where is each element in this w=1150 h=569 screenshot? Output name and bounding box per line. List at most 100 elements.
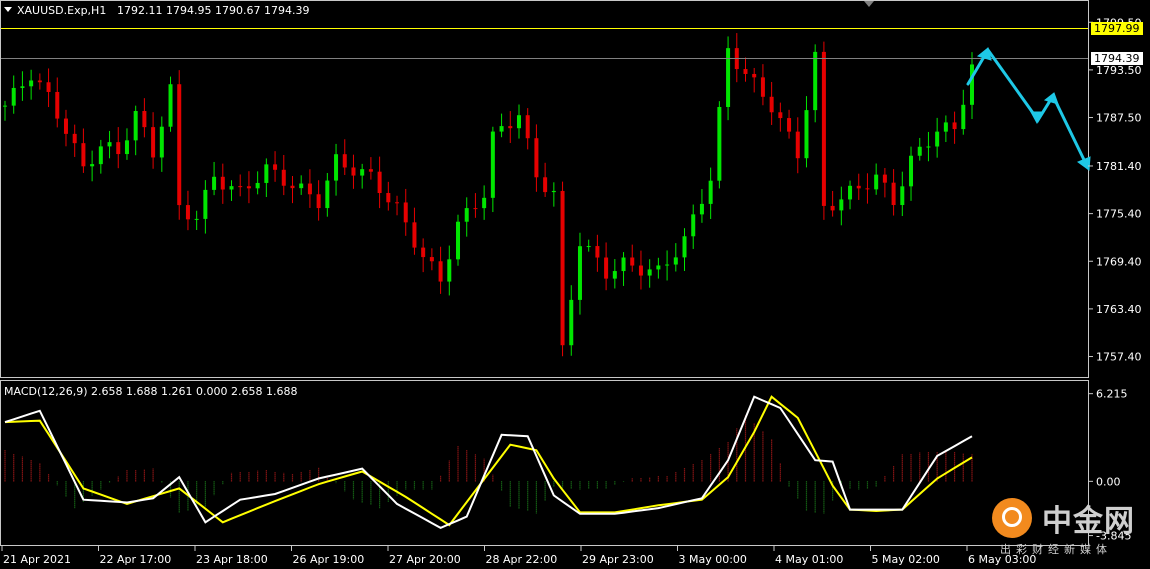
candle-body xyxy=(421,247,426,258)
candle-body xyxy=(46,82,51,92)
candle-body xyxy=(72,133,77,144)
candle xyxy=(708,167,713,219)
candle xyxy=(804,96,809,168)
candle xyxy=(151,112,156,169)
candle xyxy=(525,108,530,150)
candle-body xyxy=(856,185,861,189)
candle xyxy=(395,195,400,216)
candle-body xyxy=(37,80,42,83)
candle-body xyxy=(813,51,818,111)
candle-body xyxy=(900,186,905,206)
candle xyxy=(307,169,312,208)
candle-body xyxy=(882,174,887,183)
candle-body xyxy=(961,104,966,130)
candle xyxy=(699,189,704,223)
candle xyxy=(63,109,68,147)
candle xyxy=(20,71,25,101)
projection-arrows[interactable] xyxy=(966,47,1091,171)
candle xyxy=(516,104,521,139)
candle-body xyxy=(621,257,626,272)
candle xyxy=(839,186,844,226)
candle-body xyxy=(726,48,731,107)
candle-body xyxy=(760,77,765,97)
candle-body xyxy=(656,265,661,270)
candle xyxy=(273,151,278,182)
candle-body xyxy=(386,193,391,203)
candle-body xyxy=(787,118,792,132)
candle xyxy=(743,57,748,82)
candle xyxy=(90,150,95,182)
candle-body xyxy=(778,112,783,119)
candle-body xyxy=(124,140,129,155)
candle xyxy=(133,105,138,156)
candle-body xyxy=(943,122,948,132)
candle xyxy=(421,238,426,273)
candle-body xyxy=(98,146,103,165)
candle-body xyxy=(630,257,635,266)
candle xyxy=(281,154,286,196)
candle-body xyxy=(412,222,417,248)
candle-body xyxy=(342,154,347,168)
macd-header: MACD(12,26,9) 2.658 1.688 1.261 0.000 2.… xyxy=(4,385,297,398)
candle-body xyxy=(665,264,670,266)
candle-body xyxy=(325,180,330,209)
candle-body xyxy=(917,146,922,156)
candle-body xyxy=(456,221,461,260)
candle xyxy=(865,173,870,204)
candle-body xyxy=(891,182,896,206)
candle-body xyxy=(586,246,591,248)
candle-body xyxy=(299,183,304,189)
candle-body xyxy=(752,73,757,78)
candle xyxy=(334,143,339,196)
candle xyxy=(46,68,51,108)
candle xyxy=(734,33,739,83)
candle-body xyxy=(212,176,217,190)
candle-body xyxy=(377,171,382,194)
candle-body xyxy=(638,265,643,276)
candle xyxy=(612,259,617,289)
price-tick-label: 1775.40 xyxy=(1096,208,1142,221)
candle-body xyxy=(839,199,844,211)
candle-body xyxy=(246,186,251,189)
candle-body xyxy=(935,131,940,147)
candle xyxy=(900,171,905,217)
candle xyxy=(534,124,539,192)
candle-body xyxy=(708,180,713,204)
candle-body xyxy=(926,146,931,148)
candle-body xyxy=(543,177,548,193)
candle xyxy=(560,181,565,357)
candle-body xyxy=(595,246,600,258)
candle xyxy=(220,163,225,204)
candle xyxy=(11,75,16,114)
chart-shift-marker[interactable] xyxy=(864,1,874,7)
macd-line xyxy=(4,395,973,530)
candle xyxy=(429,248,434,271)
candle-body xyxy=(395,202,400,204)
candle-body xyxy=(569,299,574,346)
candle xyxy=(142,98,147,138)
candle xyxy=(177,70,182,220)
candle-body xyxy=(351,167,356,176)
candle-body xyxy=(691,214,696,237)
candle-body xyxy=(769,96,774,113)
menu-triangle-icon[interactable] xyxy=(4,7,12,12)
candle-body xyxy=(647,269,652,276)
candle xyxy=(351,154,356,189)
candle-body xyxy=(525,115,530,139)
candle xyxy=(760,64,765,106)
candle xyxy=(638,250,643,290)
candle xyxy=(499,113,504,138)
candle-body xyxy=(133,111,138,141)
candle-body xyxy=(403,202,408,223)
candle xyxy=(159,116,164,172)
candle xyxy=(342,139,347,176)
candle xyxy=(264,158,269,198)
candle-body xyxy=(290,185,295,189)
candle-body xyxy=(334,154,339,181)
candle xyxy=(81,128,86,173)
price-tick-label: 1757.40 xyxy=(1096,351,1142,364)
candle xyxy=(482,185,487,220)
candle-body xyxy=(848,185,853,200)
time-tick-label: 28 Apr 22:00 xyxy=(486,553,558,566)
candle xyxy=(246,171,251,204)
